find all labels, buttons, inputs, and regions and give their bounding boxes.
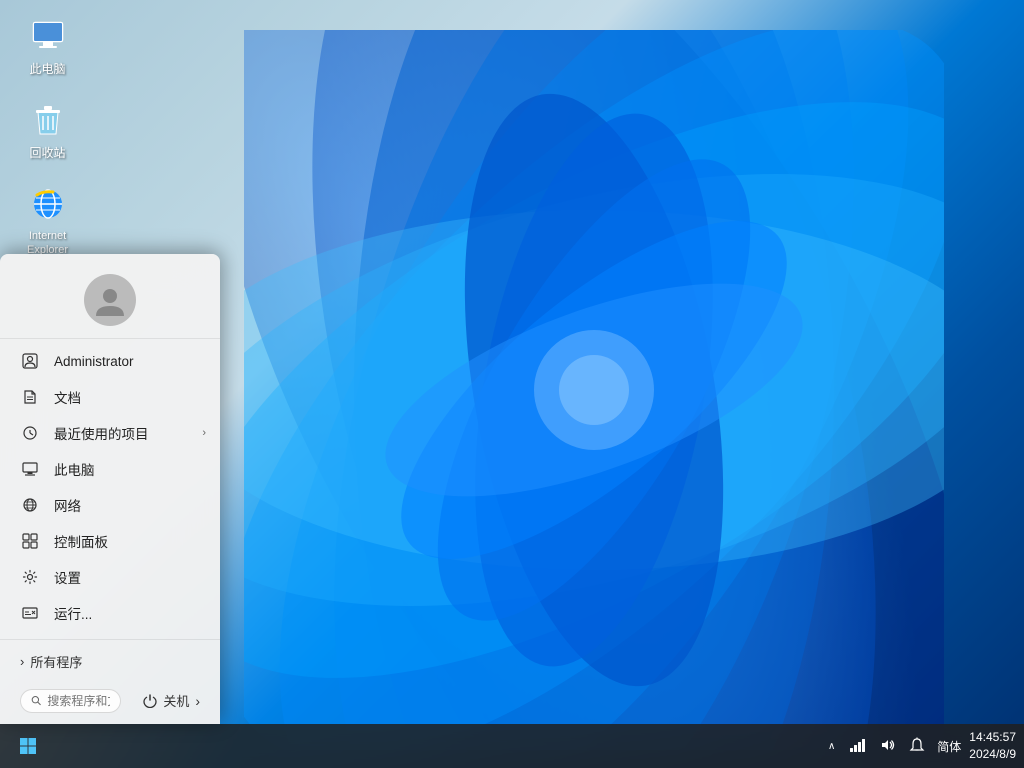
network-icon — [20, 495, 40, 515]
date-display: 2024/8/9 — [969, 746, 1016, 763]
power-icon — [143, 694, 157, 708]
user-avatar — [84, 274, 136, 326]
menu-item-this-pc[interactable]: 此电脑 — [0, 451, 220, 487]
recent-arrow: › — [202, 427, 206, 439]
start-menu: Administrator 文档 — [0, 254, 220, 724]
start-menu-user-section — [0, 254, 220, 339]
taskbar-tray-icons — [845, 733, 929, 760]
wallpaper-bloom — [244, 30, 944, 750]
network-tray-icon[interactable] — [845, 733, 869, 760]
desktop-icon-ie[interactable]: Internet Explorer — [10, 177, 85, 264]
run-icon — [20, 603, 40, 623]
all-programs-button[interactable]: › 所有程序 — [12, 648, 208, 675]
ie-icon — [27, 183, 69, 225]
start-button[interactable] — [8, 728, 48, 764]
desktop-icon-recycle-bin[interactable]: 回收站 — [10, 94, 85, 168]
notification-tray-icon[interactable] — [905, 733, 929, 760]
monitor-icon — [27, 16, 69, 58]
recycle-icon — [27, 100, 69, 142]
menu-item-administrator[interactable]: Administrator — [0, 343, 220, 379]
recycle-bin-label: 回收站 — [29, 146, 65, 162]
search-icon — [31, 694, 41, 707]
taskbar: ∧ — [0, 724, 1024, 768]
menu-item-recent[interactable]: 最近使用的项目 › — [0, 415, 220, 451]
menu-item-control-panel[interactable]: 控制面板 — [0, 523, 220, 559]
desktop: 此电脑 回收站 — [0, 0, 1024, 768]
search-input[interactable] — [47, 694, 110, 708]
menu-item-settings[interactable]: 设置 — [0, 559, 220, 595]
shutdown-button[interactable]: 关机 › — [135, 687, 208, 714]
time-display: 14:45:57 — [969, 729, 1016, 746]
menu-item-network[interactable]: 网络 — [0, 487, 220, 523]
menu-item-run[interactable]: 运行... — [0, 595, 220, 631]
this-pc-label: 此电脑 — [29, 62, 65, 78]
control-panel-icon — [20, 531, 40, 551]
search-bar[interactable] — [20, 689, 121, 713]
language-indicator[interactable]: 简体 — [937, 738, 961, 755]
volume-tray-icon[interactable] — [875, 733, 899, 760]
start-menu-items: Administrator 文档 — [0, 339, 220, 635]
desktop-icon-this-pc[interactable]: 此电脑 — [10, 10, 85, 84]
person-icon — [20, 351, 40, 371]
document-icon — [20, 387, 40, 407]
taskbar-clock[interactable]: 14:45:57 2024/8/9 — [969, 729, 1016, 763]
desktop-icons-container: 此电脑 回收站 — [10, 10, 85, 264]
pc-icon — [20, 459, 40, 479]
windows-logo-icon — [19, 737, 37, 755]
all-programs-arrow: › — [20, 654, 24, 669]
gear-icon — [20, 567, 40, 587]
taskbar-right: ∧ — [826, 729, 1016, 763]
tray-expand-icon[interactable]: ∧ — [826, 739, 837, 754]
taskbar-left — [8, 728, 48, 764]
menu-item-documents[interactable]: 文档 — [0, 379, 220, 415]
clock-icon — [20, 423, 40, 443]
